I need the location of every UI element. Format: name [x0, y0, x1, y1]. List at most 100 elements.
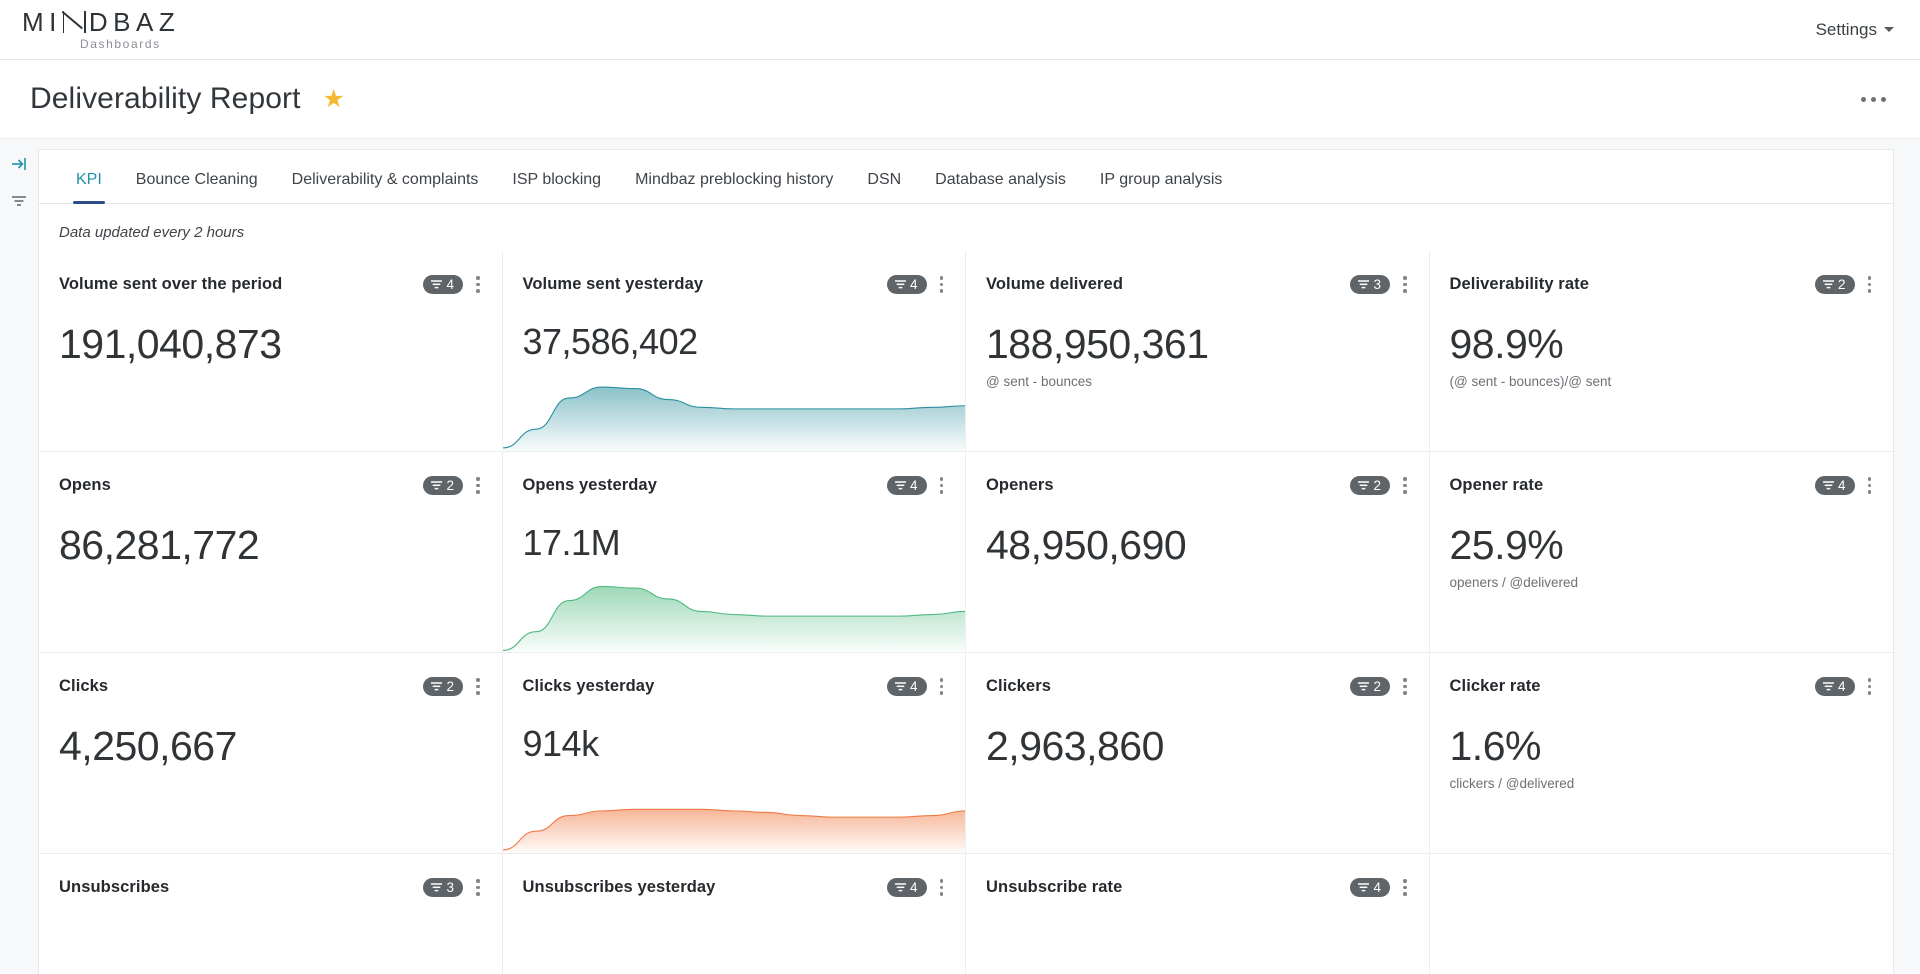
tab-dsn[interactable]: DSN	[850, 171, 918, 203]
kpi-card-menu-button[interactable]	[936, 675, 948, 698]
filter-count-badge[interactable]: 4	[423, 274, 463, 294]
filter-count-label: 2	[446, 477, 454, 493]
logo-text-before: MI	[22, 7, 62, 37]
settings-menu-button[interactable]: Settings	[1816, 20, 1894, 40]
tab-isp-blocking[interactable]: ISP blocking	[495, 171, 618, 203]
kpi-card-tools: 4	[886, 474, 948, 497]
tab-deliverability-complaints[interactable]: Deliverability & complaints	[275, 171, 496, 203]
filter-count-badge[interactable]: 4	[886, 877, 927, 897]
kpi-card-menu-button[interactable]	[936, 876, 948, 899]
more-vertical-icon-dot	[1403, 684, 1407, 688]
kpi-card-menu-button[interactable]	[1399, 876, 1411, 899]
filter-count-badge[interactable]: 4	[1814, 475, 1855, 495]
filter-icon	[894, 481, 906, 490]
kpi-card-menu-button[interactable]	[1399, 675, 1411, 698]
filter-count-badge[interactable]: 4	[886, 676, 927, 696]
kpi-card-menu-button[interactable]	[472, 474, 484, 497]
kpi-title: Volume sent yesterday	[522, 274, 704, 293]
filter-count-badge[interactable]: 4	[1350, 877, 1390, 897]
kpi-value: 86,281,772	[59, 521, 260, 568]
kpi-card-header: Clicks 2	[59, 675, 484, 698]
page-title: Deliverability Report	[30, 82, 301, 115]
kpi-card-tools: 4	[1814, 474, 1876, 497]
tab-mindbaz-preblocking-history[interactable]: Mindbaz preblocking history	[618, 171, 850, 203]
kpi-value: 98.9%	[1449, 320, 1564, 367]
logo-wordmark: MI DBAZ	[22, 9, 180, 35]
more-vertical-icon-dot	[1867, 289, 1871, 293]
filter-count-badge[interactable]: 2	[1350, 475, 1390, 495]
filter-count-label: 4	[909, 879, 918, 895]
kpi-value: 4,250,667	[59, 722, 237, 769]
filter-count-label: 3	[446, 879, 454, 895]
favorite-star-icon[interactable]: ★	[323, 86, 345, 112]
filter-icon	[1822, 481, 1834, 490]
page-header: Deliverability Report ★	[0, 60, 1920, 139]
app-logo[interactable]: MI DBAZ Dashboards	[22, 9, 180, 50]
kpi-card-menu-button[interactable]	[936, 273, 948, 296]
filter-count-badge[interactable]: 2	[423, 676, 463, 696]
kpi-card-tools: 2	[423, 675, 483, 698]
kpi-card-tools: 3	[1350, 273, 1410, 296]
kpi-card-openers: Openers 2 48,950,690	[966, 452, 1430, 653]
kpi-title: Clicker rate	[1449, 676, 1541, 695]
kpi-card-menu-button[interactable]	[936, 474, 948, 497]
kpi-card-menu-button[interactable]	[472, 876, 484, 899]
more-vertical-icon-dot	[1403, 282, 1407, 286]
filter-icon	[894, 280, 906, 289]
more-horizontal-icon-dot	[1871, 96, 1876, 102]
kpi-card-clicks-yesterday: Clicks yesterday 4 914k	[502, 653, 966, 854]
page-options-button[interactable]	[1853, 89, 1894, 110]
kpi-card-clicks: Clicks 2 4,250,667	[39, 653, 503, 854]
kpi-card-menu-button[interactable]	[472, 273, 484, 296]
kpi-card-header: Volume sent yesterday 4	[523, 273, 948, 296]
filter-count-badge[interactable]: 4	[1814, 676, 1855, 696]
filter-count-badge[interactable]: 2	[1350, 676, 1390, 696]
kpi-card-menu-button[interactable]	[1864, 675, 1876, 698]
more-vertical-icon-dot	[476, 879, 480, 883]
kpi-card-menu-button[interactable]	[1399, 273, 1411, 296]
settings-label: Settings	[1815, 19, 1877, 39]
filter-count-label: 2	[1373, 678, 1381, 694]
tab-bounce-cleaning[interactable]: Bounce Cleaning	[119, 171, 275, 203]
more-vertical-icon-dot	[939, 289, 943, 293]
kpi-card-opens-yesterday: Opens yesterday 4 17.1M	[502, 452, 966, 653]
kpi-grid: Volume sent over the period 4 191,040,87…	[39, 251, 1893, 974]
kpi-card-unsubscribes-yesterday: Unsubscribes yesterday 4	[503, 854, 966, 974]
filter-count-badge[interactable]: 2	[423, 475, 463, 495]
more-vertical-icon-dot	[939, 885, 943, 889]
sparkline-chart	[502, 373, 965, 451]
filter-count-badge[interactable]: 4	[886, 475, 927, 495]
sparkline-chart	[502, 775, 965, 853]
kpi-card-unsubscribes: Unsubscribes 3	[39, 854, 503, 974]
kpi-card-menu-button[interactable]	[1864, 474, 1876, 497]
kpi-card-tools: 2	[1350, 474, 1410, 497]
more-vertical-icon-dot	[1867, 490, 1871, 494]
more-vertical-icon-dot	[1867, 276, 1871, 280]
filter-count-badge[interactable]: 3	[423, 877, 463, 897]
filter-count-badge[interactable]: 2	[1814, 274, 1855, 294]
tab-kpi[interactable]: KPI	[59, 171, 119, 204]
more-vertical-icon-dot	[1403, 678, 1407, 682]
filter-count-badge[interactable]: 4	[886, 274, 927, 294]
filter-count-label: 4	[1837, 678, 1846, 694]
filter-count-badge[interactable]: 3	[1350, 274, 1390, 294]
kpi-card-tools: 4	[1814, 675, 1876, 698]
tab-database-analysis[interactable]: Database analysis	[918, 171, 1083, 203]
filter-icon	[1822, 682, 1834, 691]
more-vertical-icon-dot	[476, 885, 480, 889]
kpi-card-menu-button[interactable]	[1864, 273, 1876, 296]
kpi-card-menu-button[interactable]	[1399, 474, 1411, 497]
logo-text-after: DBAZ	[88, 7, 181, 37]
kpi-card-tools: 4	[886, 876, 948, 899]
filter-icon	[1358, 682, 1370, 691]
expand-panel-icon[interactable]	[9, 154, 29, 174]
kpi-value: 17.1M	[522, 521, 621, 563]
kpi-card-menu-button[interactable]	[472, 675, 484, 698]
filter-icon[interactable]	[9, 191, 29, 211]
more-vertical-icon-dot	[1403, 289, 1407, 293]
tab-label: Database analysis	[935, 171, 1066, 188]
logo-n-glyph-icon	[62, 11, 86, 33]
kpi-title: Volume sent over the period	[59, 274, 283, 293]
tab-ip-group-analysis[interactable]: IP group analysis	[1083, 171, 1239, 203]
more-horizontal-icon-dot	[1881, 96, 1886, 102]
